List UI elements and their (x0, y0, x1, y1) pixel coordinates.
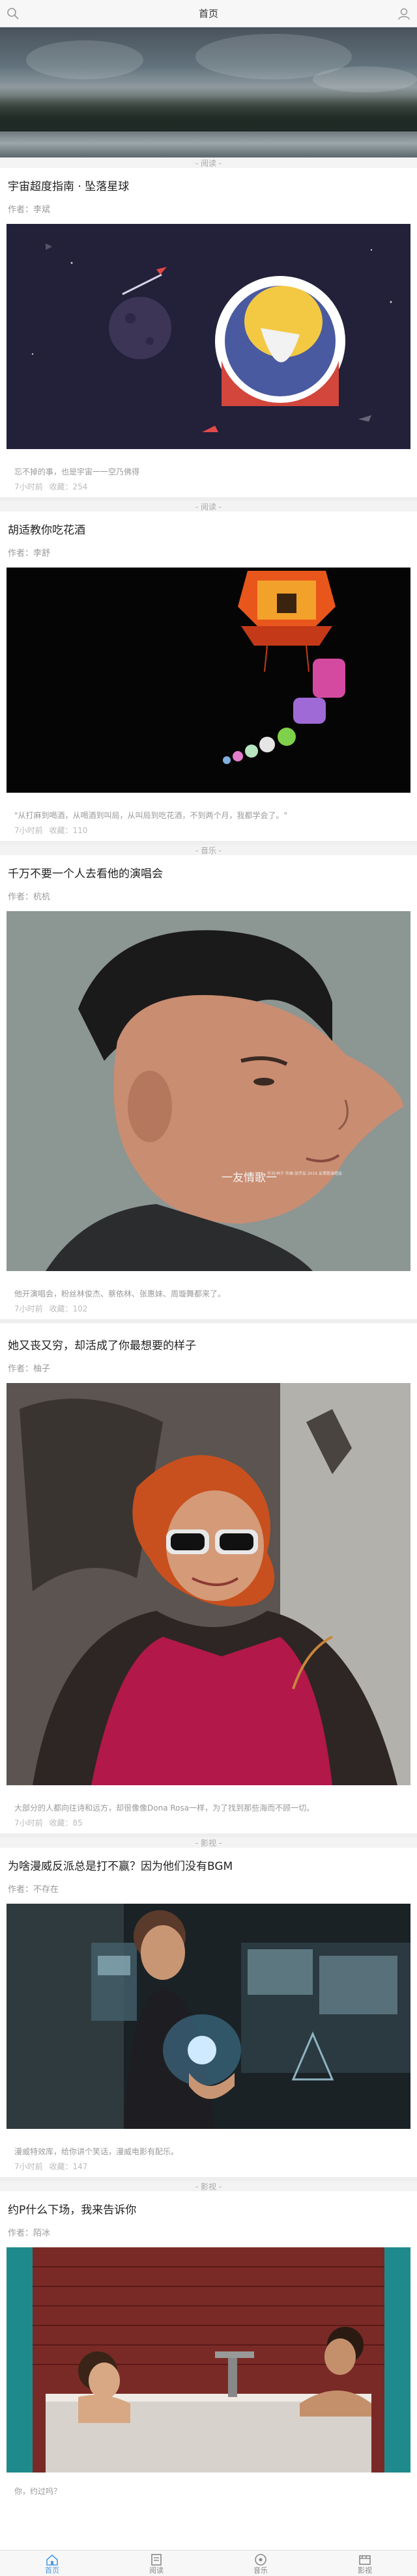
tab-film[interactable]: 影视 (339, 2553, 391, 2575)
article-likes: 收藏：147 (49, 2162, 88, 2171)
music-icon (255, 2553, 266, 2566)
home-icon (46, 2554, 58, 2566)
article-cover-image[interactable] (7, 1383, 410, 1785)
tag-label: - 影视 - (195, 2182, 222, 2191)
article-meta: 7小时前 收藏：147 (7, 2159, 410, 2177)
category-tag: - 音乐 - (0, 845, 417, 855)
article-card[interactable]: 千万不要一个人去看他的演唱会 作者：杭杭 一友情歌一 作词:林夕 作曲:张学友 … (0, 855, 417, 1319)
tag-label: - 阅读 - (195, 158, 222, 168)
category-tag: - 影视 - (0, 1837, 417, 1848)
article-likes: 收藏：85 (49, 1818, 83, 1828)
article-title[interactable]: 她又丧又穷，却活成了你最想要的样子 (7, 1323, 410, 1358)
tag-label: - 影视 - (195, 1838, 222, 1848)
book-icon (151, 2553, 162, 2566)
search-icon[interactable] (7, 7, 20, 20)
article-author: 作者：李舒 (8, 549, 51, 558)
bottom-tab-bar: 首页 阅读 音乐 影视 (0, 2550, 417, 2576)
article-author: 作者：杭杭 (8, 892, 51, 902)
article-title[interactable]: 为啥漫威反派总是打不赢？因为他们没有BGM (7, 1848, 410, 1878)
article-cover-image[interactable] (7, 1904, 410, 2129)
article-cover-image[interactable]: 一友情歌一 作词:林夕 作曲:张学友 2016 友情歌演唱会 (7, 911, 410, 1271)
tab-label: 首页 (45, 2566, 59, 2575)
film-icon (359, 2555, 371, 2565)
article-title[interactable]: 胡适教你吃花酒 (7, 512, 410, 542)
article-card[interactable]: 约P什么下场，我来告诉你 作者：陌冰 你，约过吗？ (0, 2191, 417, 2499)
article-time: 7小时前 (14, 482, 43, 491)
article-card[interactable]: 宇宙超度指南 · 坠落星球 作者：李斌 忘不掉的事，也是宇宙一一空乃佛得 7小时… (0, 168, 417, 497)
tab-home[interactable]: 首页 (26, 2553, 78, 2575)
article-excerpt: 大部分的人都向往诗和远方，却很像像Dona Rosa一样，为了找到那些海而不顾一… (14, 1803, 315, 1813)
article-excerpt: 漫威特效库，给你讲个笑话，漫威电影有配乐。 (14, 2147, 179, 2156)
article-title[interactable]: 约P什么下场，我来告诉你 (7, 2191, 410, 2222)
article-likes: 收藏：110 (49, 826, 88, 835)
article-cover-image[interactable] (7, 224, 410, 449)
page-title: 首页 (198, 8, 218, 20)
article-meta: 7小时前 收藏：254 (7, 479, 410, 497)
tab-label: 音乐 (253, 2566, 268, 2575)
article-card[interactable]: 胡适教你吃花酒 作者：李舒 "从打麻到喝酒，从喝酒到叫局，从叫局到吃花酒，不到两… (0, 512, 417, 841)
tab-reading[interactable]: 阅读 (130, 2553, 182, 2575)
tag-label: - 音乐 - (195, 845, 222, 855)
article-time: 7小时前 (14, 2162, 43, 2171)
tab-music[interactable]: 音乐 (235, 2553, 287, 2575)
article-card[interactable]: 她又丧又穷，却活成了你最想要的样子 作者：柚子 大部分的人都向往诗和远方，却很像… (0, 1323, 417, 1833)
category-tag: - 阅读 - (0, 501, 417, 512)
tag-label: - 阅读 - (195, 502, 222, 512)
user-icon[interactable] (397, 7, 410, 20)
concert-overlay-subtitle: 作词:林夕 作曲:张学友 2016 友情歌演唱会 (267, 1172, 343, 1176)
category-tag: - 影视 - (0, 2181, 417, 2191)
article-title[interactable]: 宇宙超度指南 · 坠落星球 (7, 168, 410, 199)
article-time: 7小时前 (14, 1818, 43, 1828)
article-meta: 7小时前 收藏：102 (7, 1301, 410, 1319)
article-likes: 收藏：102 (49, 1304, 88, 1313)
category-tag: - 阅读 - (0, 158, 417, 168)
article-likes: 收藏：254 (49, 482, 88, 491)
article-cover-image[interactable] (7, 568, 410, 793)
article-time: 7小时前 (14, 1304, 43, 1313)
article-meta: 7小时前 收藏：85 (7, 1815, 410, 1833)
article-author: 作者：柚子 (8, 1364, 51, 1374)
article-author: 作者：李斌 (8, 205, 51, 215)
article-excerpt: 忘不掉的事，也是宇宙一一空乃佛得 (14, 467, 140, 476)
article-time: 7小时前 (14, 826, 43, 835)
article-card[interactable]: 为啥漫威反派总是打不赢？因为他们没有BGM 作者：不存在 漫威特效库，给你讲个笑… (0, 1848, 417, 2177)
article-excerpt: 你，约过吗？ (14, 2487, 62, 2496)
article-feed: - 阅读 - 宇宙超度指南 · 坠落星球 作者：李斌 忘不掉的事，也是宇宙一一空… (0, 158, 417, 2499)
article-meta: 7小时前 收藏：110 (7, 823, 410, 841)
tab-label: 影视 (358, 2566, 372, 2575)
article-author: 作者：陌冰 (8, 2228, 51, 2238)
article-cover-image[interactable] (7, 2247, 410, 2473)
tab-label: 阅读 (149, 2566, 164, 2575)
top-nav-bar: 首页 (0, 0, 417, 27)
article-author: 作者：不存在 (8, 1885, 59, 1895)
article-excerpt: 他开演唱会，粉丝林俊杰、蔡依林、张惠妹、周璇舞都来了。 (14, 1289, 226, 1298)
hero-banner[interactable] (0, 27, 417, 158)
article-excerpt: "从打麻到喝酒，从喝酒到叫局，从叫局到吃花酒，不到两个月，我都学会了。" (14, 811, 288, 820)
article-title[interactable]: 千万不要一个人去看他的演唱会 (7, 855, 410, 886)
